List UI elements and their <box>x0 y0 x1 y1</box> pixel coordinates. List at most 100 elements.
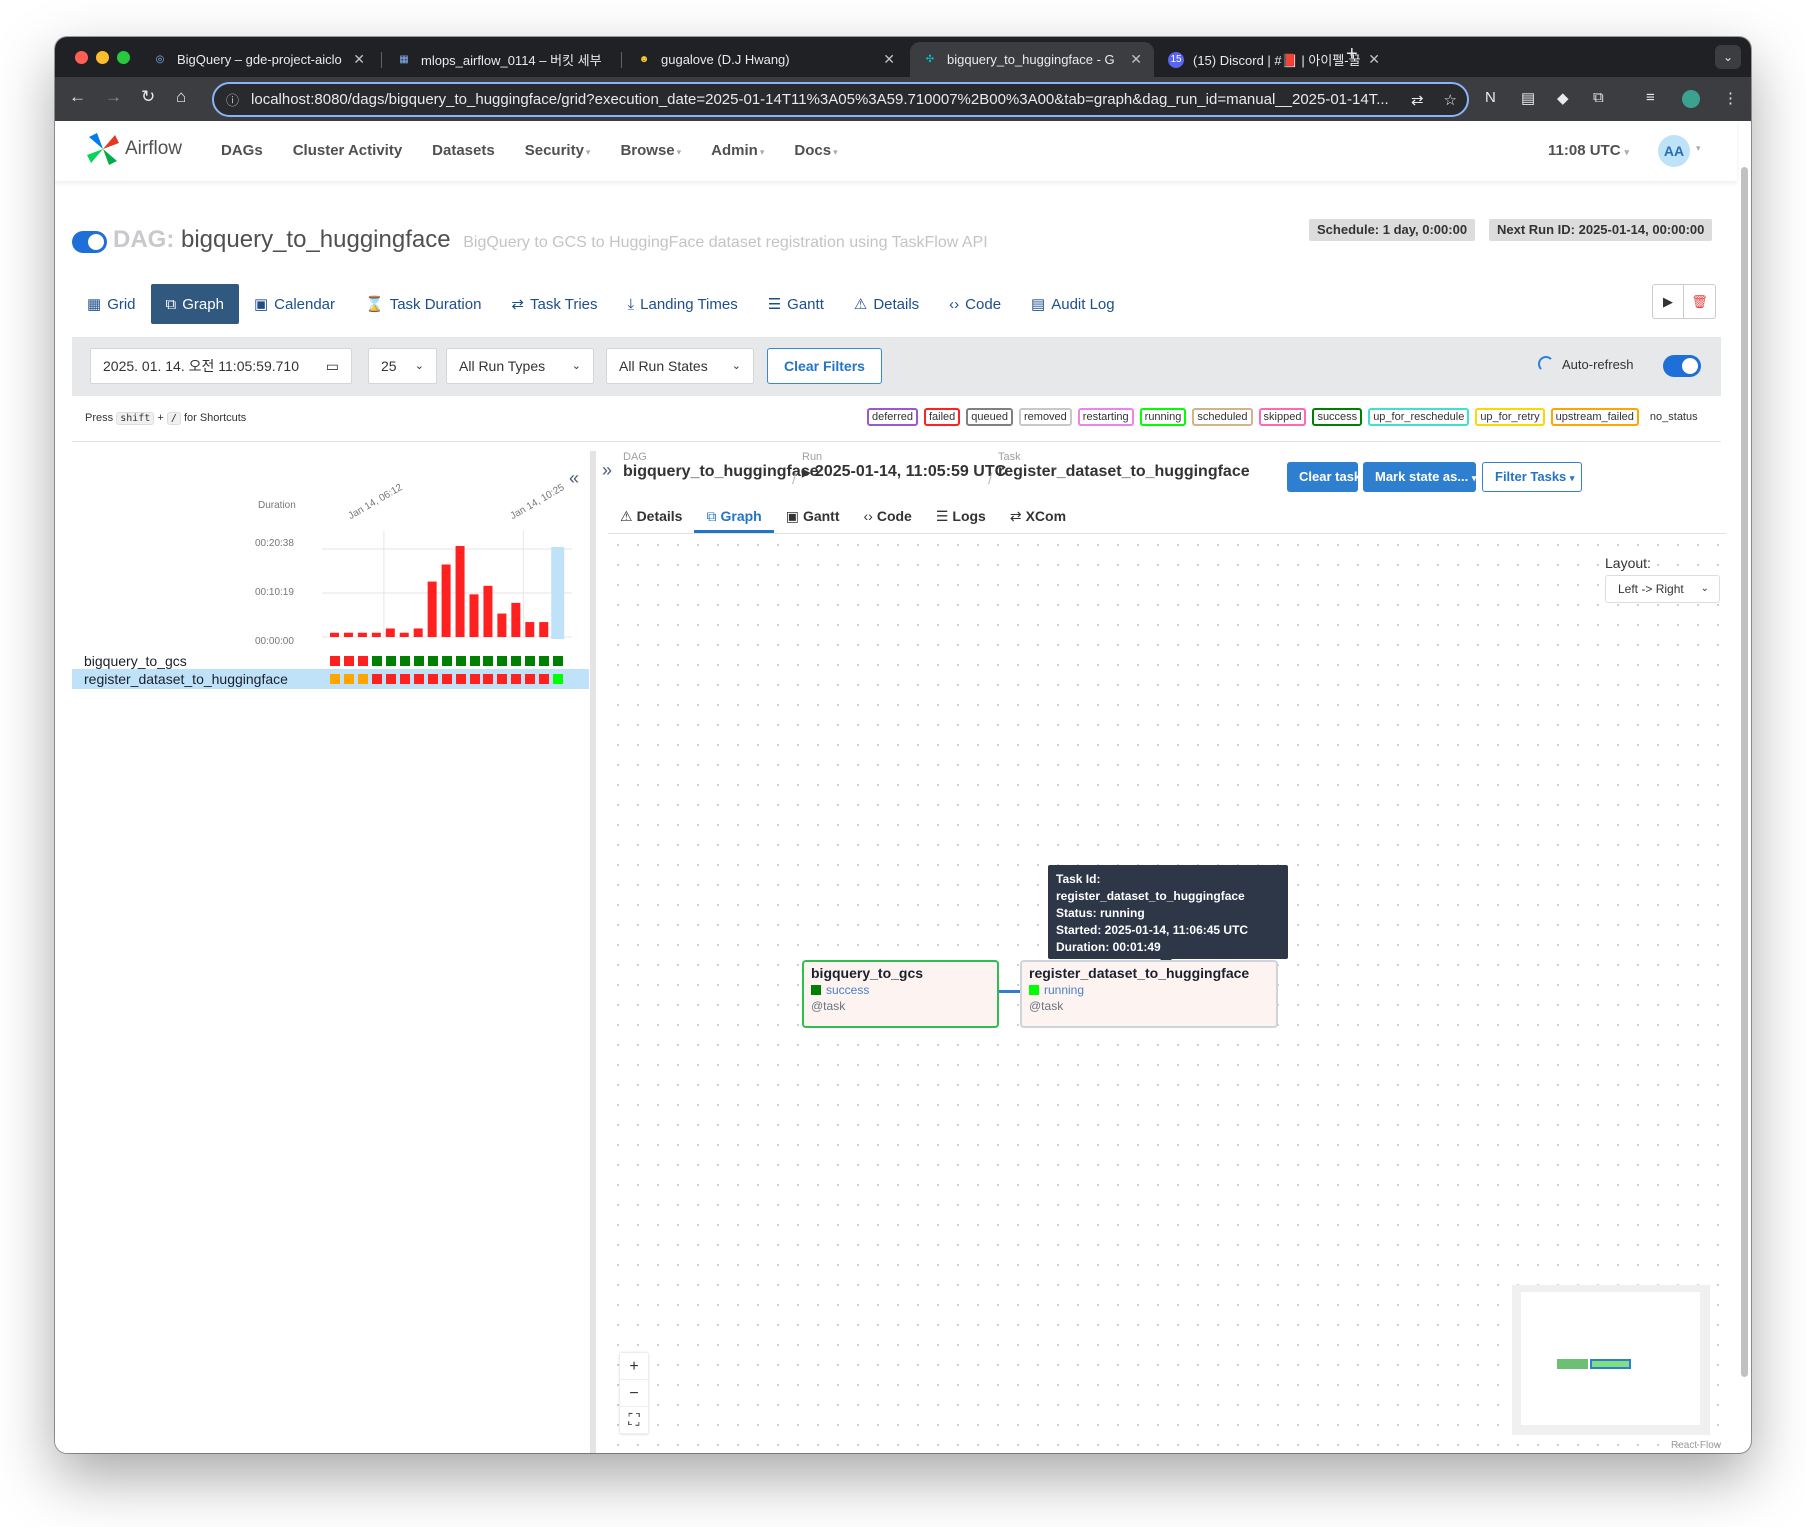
num-runs-select[interactable]: 25 ⌄ <box>368 348 437 384</box>
chart-bar[interactable] <box>441 564 451 637</box>
task-instance-square[interactable] <box>399 674 410 684</box>
task-instance-square[interactable] <box>441 656 452 666</box>
mark-state-button[interactable]: Mark state as... ▾ <box>1363 462 1476 492</box>
trigger-dag-button[interactable]: ▶ <box>1653 285 1684 318</box>
task-instance-square[interactable] <box>413 674 424 684</box>
grid-task-name[interactable]: bigquery_to_gcs <box>84 653 187 669</box>
detail-tab-logs[interactable]: ☰ Logs <box>924 499 998 533</box>
legend-up-for-retry[interactable]: up_for_retry <box>1475 408 1545 426</box>
task-instance-square[interactable] <box>385 674 396 684</box>
chart-bar[interactable] <box>413 628 423 637</box>
browser-tab-bucket[interactable]: ▦ mlops_airflow_0114 – 버킷 세부 <box>384 42 619 77</box>
grid-task-row[interactable]: bigquery_to_gcs <box>72 651 589 671</box>
menu-browse[interactable]: Browse ▾ <box>620 142 681 159</box>
chart-bar[interactable] <box>455 546 465 637</box>
shield-extension-icon[interactable]: ◆ <box>1557 89 1569 107</box>
fit-view-button[interactable]: ⛶ <box>620 1407 648 1434</box>
auto-refresh-toggle[interactable] <box>1663 355 1701 377</box>
page-scrollbar[interactable] <box>1739 147 1749 1427</box>
utc-clock[interactable]: 11:08 UTC ▾ <box>1548 142 1629 159</box>
layout-select[interactable]: Left -> Right ⌄ <box>1605 575 1720 603</box>
browser-tab-huggingface[interactable]: ☻ gugalove (D.J Hwang) ✕ <box>624 42 907 77</box>
browser-tab-airflow[interactable]: ✣ bigquery_to_huggingface - G ✕ <box>910 42 1154 77</box>
chart-bar[interactable] <box>551 547 565 639</box>
chart-bar[interactable] <box>399 632 409 637</box>
delete-dag-button[interactable]: 🗑 <box>1684 285 1715 318</box>
close-tab-icon[interactable]: ✕ <box>353 51 365 68</box>
legend-deferred[interactable]: deferred <box>867 408 918 426</box>
dag-pause-toggle[interactable] <box>72 231 107 253</box>
document-extension-icon[interactable]: ▤ <box>1521 89 1535 107</box>
task-instance-square[interactable] <box>357 656 368 666</box>
reading-list-icon[interactable]: ≡ <box>1646 89 1655 106</box>
menu-security[interactable]: Security ▾ <box>525 142 591 159</box>
tab-details[interactable]: ⚠ Details <box>839 284 934 324</box>
reload-icon[interactable]: ↻ <box>141 87 155 107</box>
forward-icon[interactable]: → <box>105 87 122 107</box>
menu-admin[interactable]: Admin ▾ <box>711 142 764 159</box>
task-instance-square[interactable] <box>455 674 466 684</box>
task-instance-square[interactable] <box>511 674 522 684</box>
task-instance-square[interactable] <box>525 656 536 666</box>
expand-grid-icon[interactable]: » <box>602 460 612 481</box>
new-tab-button[interactable]: + <box>1346 43 1358 66</box>
back-icon[interactable]: ← <box>69 87 86 107</box>
detail-tab-code[interactable]: ‹› Code <box>852 499 924 533</box>
task-instance-square[interactable] <box>511 656 522 666</box>
task-instance-square[interactable] <box>525 674 536 684</box>
close-window-button[interactable] <box>75 51 88 64</box>
task-node-bigquery-to-gcs[interactable]: bigquery_to_gcs success @task <box>802 960 999 1028</box>
task-instance-square[interactable] <box>553 656 564 666</box>
task-instance-square[interactable] <box>343 656 354 666</box>
legend-restarting[interactable]: restarting <box>1077 408 1134 426</box>
run-states-select[interactable]: All Run States ⌄ <box>606 348 754 384</box>
breadcrumb-run[interactable]: Run ▶ 2025-01-14, 11:05:59 UTC <box>802 451 1006 481</box>
menu-docs[interactable]: Docs ▾ <box>794 142 837 159</box>
tab-audit-log[interactable]: ▤ Audit Log <box>1016 284 1130 324</box>
detail-tab-gantt[interactable]: ▣ Gantt <box>774 499 852 533</box>
grid-task-row[interactable]: register_dataset_to_huggingface <box>72 669 589 689</box>
close-tab-icon[interactable]: ✕ <box>883 51 895 68</box>
site-info-icon[interactable]: ⓘ <box>226 90 239 109</box>
task-instance-square[interactable] <box>469 656 480 666</box>
menu-dags[interactable]: DAGs <box>221 142 263 159</box>
task-instance-square[interactable] <box>371 656 382 666</box>
chart-bar[interactable] <box>511 602 521 637</box>
close-tab-icon[interactable]: ✕ <box>1130 51 1142 68</box>
detail-tab-details[interactable]: ⚠ Details <box>608 499 694 533</box>
graph-minimap[interactable] <box>1512 1285 1710 1435</box>
clear-task-button[interactable]: Clear task <box>1287 462 1361 492</box>
tab-landing-times[interactable]: ⤓ Landing Times <box>613 284 753 324</box>
filter-tasks-button[interactable]: Filter Tasks ▾ <box>1482 462 1582 492</box>
menu-datasets[interactable]: Datasets <box>432 142 495 159</box>
graph-canvas[interactable]: Layout: Left -> Right ⌄ Task Id: register… <box>608 535 1726 1453</box>
chart-bar[interactable] <box>427 581 437 637</box>
task-instance-square[interactable] <box>371 674 382 684</box>
puzzle-extension-icon[interactable]: ⧉ <box>1593 89 1604 106</box>
browser-menu-icon[interactable]: ⋮ <box>1723 89 1738 107</box>
task-node-register-dataset[interactable]: register_dataset_to_huggingface running … <box>1020 960 1278 1028</box>
address-bar[interactable]: ⓘ localhost:8080/dags/bigquery_to_huggin… <box>212 82 1469 117</box>
bookmark-star-icon[interactable]: ☆ <box>1444 91 1457 109</box>
task-instance-square[interactable] <box>427 674 438 684</box>
zoom-out-button[interactable]: − <box>620 1380 648 1407</box>
minimize-window-button[interactable] <box>96 51 109 64</box>
chart-bar[interactable] <box>539 622 549 637</box>
chart-bar[interactable] <box>343 632 353 637</box>
task-instance-square[interactable] <box>455 656 466 666</box>
legend-no-status[interactable]: no_status <box>1645 408 1703 426</box>
execution-date-input[interactable]: 2025. 01. 14. 오전 11:05:59.710 ▭ <box>90 348 352 384</box>
task-instance-square[interactable] <box>385 656 396 666</box>
caret-down-icon[interactable]: ▾ <box>1696 143 1701 154</box>
task-instance-square[interactable] <box>427 656 438 666</box>
tab-search-button[interactable]: ⌄ <box>1715 45 1741 69</box>
task-instance-square[interactable] <box>469 674 480 684</box>
profile-icon[interactable] <box>1682 90 1700 108</box>
tab-task-tries[interactable]: ⇄ Task Tries <box>496 284 612 324</box>
task-instance-square[interactable] <box>539 656 550 666</box>
tab-code[interactable]: ‹› Code <box>934 284 1016 324</box>
detail-tab-xcom[interactable]: ⇄ XCom <box>998 499 1078 533</box>
task-instance-square[interactable] <box>497 674 508 684</box>
legend-queued[interactable]: queued <box>966 408 1013 426</box>
zoom-in-button[interactable]: + <box>620 1353 648 1380</box>
